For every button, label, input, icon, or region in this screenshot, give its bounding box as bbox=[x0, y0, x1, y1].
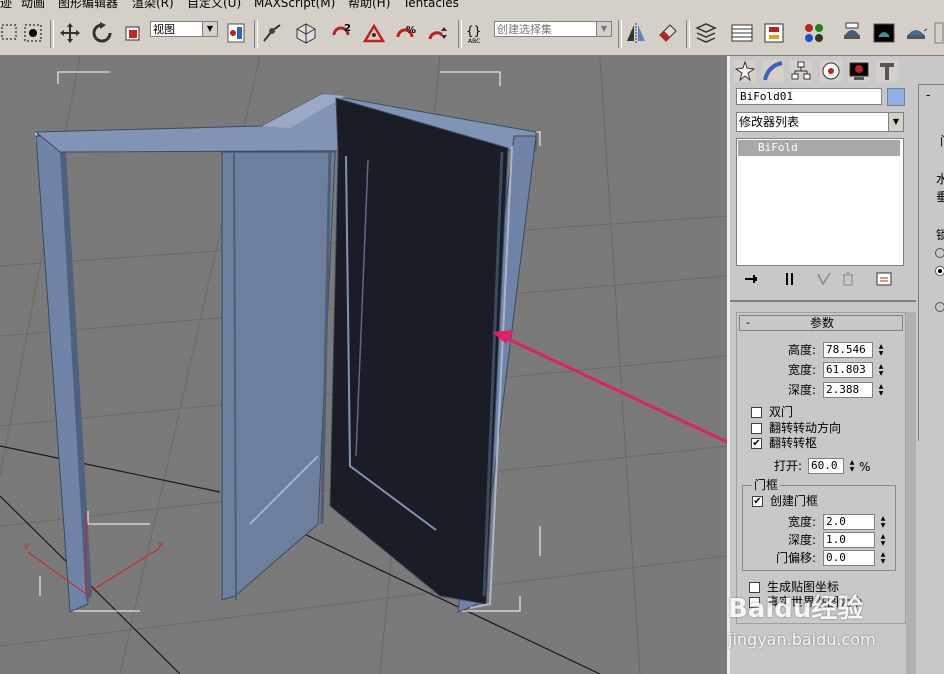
watermark: Baidu经验 jingyan.baidu.com bbox=[728, 574, 918, 654]
frame-depth-label: 深度: bbox=[788, 533, 817, 547]
frame-width-spinner-field[interactable]: 2.0 bbox=[823, 514, 875, 530]
secondary-collapse: - bbox=[926, 88, 931, 102]
door-offset-spinner-field[interactable]: 0.0 bbox=[823, 550, 875, 566]
depth-label: 深度: bbox=[788, 383, 817, 397]
modifier-stack: BiFold bbox=[736, 138, 904, 266]
open-spinner-field[interactable]: 60.0 bbox=[808, 458, 844, 474]
flip-hinge-checkbox[interactable]: ✔ bbox=[751, 438, 762, 449]
stack-item-bifold[interactable]: BiFold bbox=[738, 140, 900, 156]
depth-spinner-field[interactable]: 2.388 bbox=[823, 382, 873, 398]
object-name-field[interactable]: BiFold01 bbox=[736, 88, 882, 105]
panel-divider bbox=[730, 300, 916, 302]
secondary-label-0: 门 bbox=[940, 134, 944, 148]
hierarchy-tab-icon[interactable] bbox=[790, 60, 812, 82]
secondary-label-3: 锁 bbox=[936, 228, 944, 242]
modifier-list-combo[interactable]: 修改器列表 ▼ bbox=[736, 112, 904, 132]
secondary-radio[interactable] bbox=[935, 302, 944, 312]
frame-depth-spinner-arrows[interactable]: ▲ ▼ bbox=[877, 533, 889, 547]
create-tab-icon[interactable] bbox=[734, 60, 756, 82]
pin-stack-icon[interactable] bbox=[742, 270, 762, 288]
open-spinner-arrows[interactable]: ▲ ▼ bbox=[846, 459, 858, 473]
secondary-label-1: 水 bbox=[936, 172, 944, 186]
display-tab-icon[interactable] bbox=[848, 60, 870, 82]
watermark-url: jingyan.baidu.com bbox=[728, 630, 876, 649]
width-label: 宽度: bbox=[788, 363, 817, 377]
door-offset-spinner-arrows[interactable]: ▲ ▼ bbox=[877, 551, 889, 565]
chevron-down-icon: ▼ bbox=[888, 113, 903, 131]
width-spinner-field[interactable]: 61.803 bbox=[823, 362, 873, 378]
make-unique-icon[interactable] bbox=[814, 270, 834, 288]
height-label: 高度: bbox=[788, 343, 817, 357]
double-door-checkbox[interactable] bbox=[751, 407, 762, 418]
create-frame-label: 创建门框 bbox=[770, 494, 819, 508]
configure-modifier-sets-icon[interactable] bbox=[874, 270, 894, 288]
frame-depth-spinner-field[interactable]: 1.0 bbox=[823, 532, 875, 548]
flip-swing-checkbox[interactable] bbox=[751, 423, 762, 434]
open-unit: % bbox=[859, 460, 871, 474]
frame-width-label: 宽度: bbox=[788, 515, 817, 529]
modify-tab-icon[interactable] bbox=[762, 60, 784, 82]
watermark-brand: Baidu经验 bbox=[728, 594, 864, 624]
secondary-radio[interactable] bbox=[935, 266, 944, 276]
annotation-arrow-head bbox=[492, 330, 514, 344]
utilities-tab-icon[interactable] bbox=[876, 60, 898, 82]
remove-modifier-icon[interactable] bbox=[838, 270, 858, 288]
create-frame-checkbox[interactable]: ✔ bbox=[752, 496, 763, 507]
height-spinner-field[interactable]: 78.546 bbox=[823, 342, 873, 358]
secondary-label-2: 垂 bbox=[936, 190, 944, 204]
depth-spinner-arrows[interactable]: ▲ ▼ bbox=[875, 383, 887, 397]
width-spinner-arrows[interactable]: ▲ ▼ bbox=[875, 363, 887, 377]
double-door-label: 双门 bbox=[769, 405, 794, 419]
frame-group-title: 门框 bbox=[752, 478, 781, 492]
show-end-result-icon[interactable] bbox=[780, 270, 800, 288]
secondary-radio[interactable] bbox=[935, 248, 944, 258]
height-spinner-arrows[interactable]: ▲ ▼ bbox=[875, 343, 887, 357]
motion-tab-icon[interactable] bbox=[820, 60, 842, 82]
flip-hinge-label: 翻转转枢 bbox=[769, 436, 818, 450]
frame-width-spinner-arrows[interactable]: ▲ ▼ bbox=[877, 515, 889, 529]
object-color-swatch[interactable] bbox=[887, 88, 905, 106]
flip-swing-label: 翻转转动方向 bbox=[769, 421, 842, 435]
annotation-arrow bbox=[505, 336, 741, 450]
door-offset-label: 门偏移: bbox=[776, 551, 817, 565]
open-label: 打开: bbox=[774, 459, 803, 473]
